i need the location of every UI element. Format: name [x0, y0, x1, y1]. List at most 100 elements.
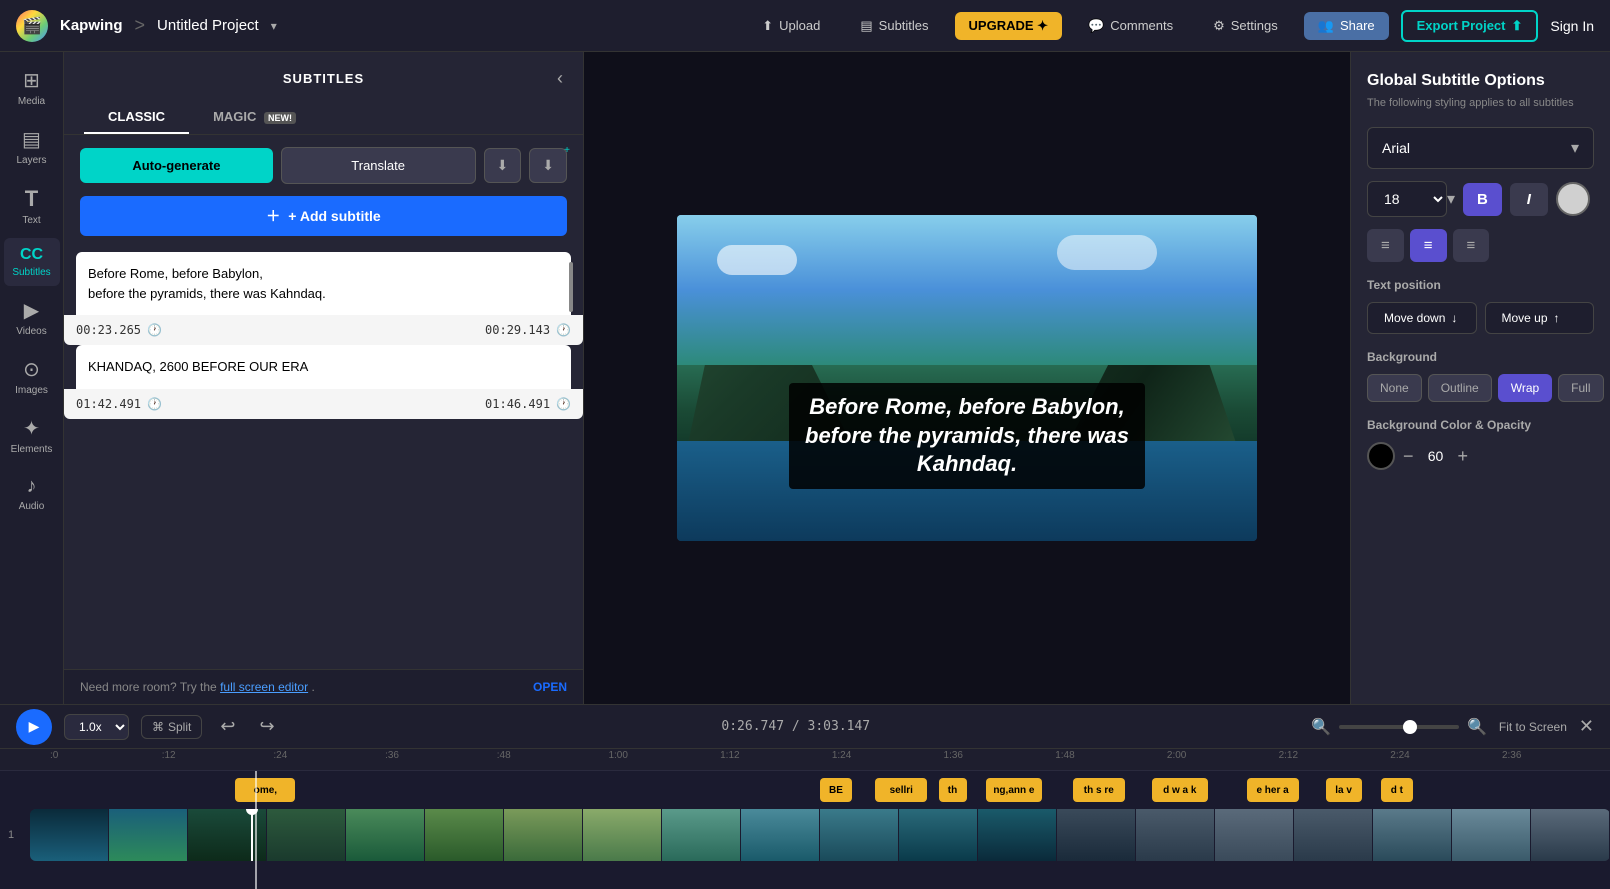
video-preview[interactable]: Before Rome, before Babylon,before the p…: [677, 215, 1257, 541]
subtitles-close-button[interactable]: ‹: [557, 68, 563, 89]
full-screen-editor-link[interactable]: full screen editor: [220, 680, 308, 694]
subtitle-chip-1[interactable]: ome,: [235, 778, 295, 802]
bg-full-button[interactable]: Full: [1558, 374, 1603, 402]
subtitle-card-2[interactable]: KHANDAQ, 2600 BEFORE OUR ERA 01:42.491 🕐…: [76, 345, 571, 407]
fit-screen-button[interactable]: Fit to Screen: [1499, 720, 1567, 734]
subtitles-tabs: CLASSIC MAGIC NEW!: [64, 101, 583, 135]
opacity-increase-button[interactable]: +: [1458, 446, 1469, 467]
sidebar-item-images[interactable]: ⊙ Images: [4, 349, 60, 404]
bg-outline-button[interactable]: Outline: [1428, 374, 1492, 402]
subtitle-chip-4[interactable]: th: [939, 778, 967, 802]
video-track-row: 1: [30, 809, 1610, 861]
text-color-picker[interactable]: [1556, 182, 1590, 216]
align-center-button[interactable]: ≡: [1410, 229, 1447, 262]
ruler-mark: :12: [162, 750, 176, 761]
time-end-1[interactable]: 00:29.143 🕐: [485, 323, 571, 337]
subtitle-chips-track: ome, BE sellri th ng,ann e th s re d w a…: [30, 775, 1610, 805]
bg-none-button[interactable]: None: [1367, 374, 1422, 402]
open-button[interactable]: OPEN: [533, 680, 567, 694]
bg-color-picker[interactable]: [1367, 442, 1395, 470]
layers-icon: ▤: [22, 127, 41, 152]
split-icon: ⌘: [152, 720, 164, 734]
export-button[interactable]: Export Project ⬆: [1401, 10, 1539, 42]
videos-icon: ▶: [24, 298, 39, 323]
split-button[interactable]: ⌘ Split: [141, 715, 202, 739]
add-icon-button[interactable]: ⬇+: [529, 148, 567, 183]
clock-icon-2: 🕐: [556, 323, 571, 337]
ruler-mark: :0: [50, 750, 58, 761]
subtitle-chip-5[interactable]: ng,ann e: [986, 778, 1042, 802]
subtitle-help-bar: Need more room? Try the full screen edit…: [64, 669, 583, 704]
redo-button[interactable]: ↪: [253, 712, 280, 741]
subtitles-panel-title: SUBTITLES: [244, 71, 404, 86]
sidebar-item-videos[interactable]: ▶ Videos: [4, 290, 60, 345]
signin-button[interactable]: Sign In: [1550, 18, 1594, 34]
move-up-button[interactable]: Move up ↑: [1485, 302, 1595, 334]
ruler-marks-container: :0 :12 :24 :36 :48 1:00 1:12 1:24 1:36 1…: [50, 750, 1580, 770]
opacity-decrease-button[interactable]: −: [1403, 446, 1414, 467]
ruler-mark: :36: [385, 750, 399, 761]
translate-button[interactable]: Translate: [281, 147, 476, 184]
time-end-2[interactable]: 01:46.491 🕐: [485, 397, 571, 411]
time-start-2[interactable]: 01:42.491 🕐: [76, 397, 162, 411]
align-left-button[interactable]: ≡: [1367, 229, 1404, 262]
zoom-slider[interactable]: [1339, 725, 1459, 729]
sidebar-item-media[interactable]: ⊞ Media: [4, 60, 60, 115]
autogenerate-button[interactable]: Auto-generate: [80, 148, 273, 183]
close-timeline-button[interactable]: ✕: [1579, 716, 1594, 737]
play-button[interactable]: ▶: [16, 709, 52, 745]
tab-magic[interactable]: MAGIC NEW!: [189, 101, 320, 134]
time-start-1[interactable]: 00:23.265 🕐: [76, 323, 162, 337]
tab-classic[interactable]: CLASSIC: [84, 101, 189, 134]
italic-button[interactable]: I: [1510, 183, 1548, 216]
subtitle-chip-9[interactable]: la v: [1326, 778, 1362, 802]
settings-button[interactable]: ⚙ Settings: [1199, 12, 1292, 40]
subtitle-chip-3[interactable]: sellri: [875, 778, 927, 802]
sidebar-item-layers[interactable]: ▤ Layers: [4, 119, 60, 174]
up-arrow-icon: ↑: [1554, 311, 1560, 325]
sidebar-item-elements[interactable]: ✦ Elements: [4, 408, 60, 463]
upgrade-button[interactable]: UPGRADE ✦: [955, 12, 1063, 40]
sidebar-item-audio[interactable]: ♪ Audio: [4, 467, 60, 520]
panel-title: Global Subtitle Options: [1367, 72, 1594, 90]
magic-badge: NEW!: [264, 112, 296, 124]
subtitle-chip-7[interactable]: d w a k: [1152, 778, 1208, 802]
zoom-in-button[interactable]: 🔍: [1467, 717, 1487, 737]
brand-name[interactable]: Kapwing: [60, 17, 123, 34]
upload-button[interactable]: ⬆ Upload: [748, 12, 834, 40]
zoom-out-button[interactable]: 🔍: [1311, 717, 1331, 737]
import-icon-button[interactable]: ⬇: [484, 148, 522, 183]
subtitle-card[interactable]: Before Rome, before Babylon,before the p…: [76, 252, 571, 333]
subtitle-chip-8[interactable]: e her a: [1247, 778, 1299, 802]
subtitle-chip-6[interactable]: th s re: [1073, 778, 1125, 802]
subtitles-nav-button[interactable]: ▤ Subtitles: [846, 12, 942, 40]
bg-wrap-button[interactable]: Wrap: [1498, 374, 1552, 402]
playhead[interactable]: [251, 809, 253, 861]
project-dropdown-icon[interactable]: ▾: [271, 19, 277, 33]
align-right-button[interactable]: ≡: [1453, 229, 1490, 262]
video-scene: Before Rome, before Babylon,before the p…: [677, 215, 1257, 541]
subtitle-chip-2[interactable]: BE: [820, 778, 852, 802]
ruler-mark: 1:12: [720, 750, 739, 761]
project-name[interactable]: Untitled Project: [157, 17, 259, 34]
sidebar-item-subtitles[interactable]: CC Subtitles: [4, 238, 60, 286]
bold-button[interactable]: B: [1463, 183, 1502, 216]
add-subtitle-button[interactable]: ＋ + Add subtitle: [80, 196, 567, 236]
font-size-select[interactable]: 18: [1367, 181, 1447, 217]
share-button[interactable]: 👥 Share: [1304, 12, 1389, 40]
video-track[interactable]: [30, 809, 1610, 861]
subtitle-card-text-1[interactable]: Before Rome, before Babylon,before the p…: [88, 264, 559, 303]
sidebar-item-text[interactable]: T Text: [4, 178, 60, 234]
upload-icon: ⬆: [762, 18, 773, 34]
main-area: ⊞ Media ▤ Layers T Text CC Subtitles ▶ V…: [0, 52, 1610, 704]
panel-subtitle: The following styling applies to all sub…: [1367, 96, 1594, 111]
font-selector[interactable]: Arial ▾: [1367, 127, 1594, 169]
speed-selector[interactable]: 1.0x: [64, 714, 129, 740]
subtitle-chip-10[interactable]: d t: [1381, 778, 1413, 802]
media-icon: ⊞: [23, 68, 40, 93]
subtitle-card-text-2[interactable]: KHANDAQ, 2600 BEFORE OUR ERA: [88, 357, 559, 377]
undo-button[interactable]: ↩: [214, 712, 241, 741]
comments-button[interactable]: 💬 Comments: [1074, 12, 1187, 40]
move-down-button[interactable]: Move down ↓: [1367, 302, 1477, 334]
track-number: 1: [8, 829, 14, 841]
